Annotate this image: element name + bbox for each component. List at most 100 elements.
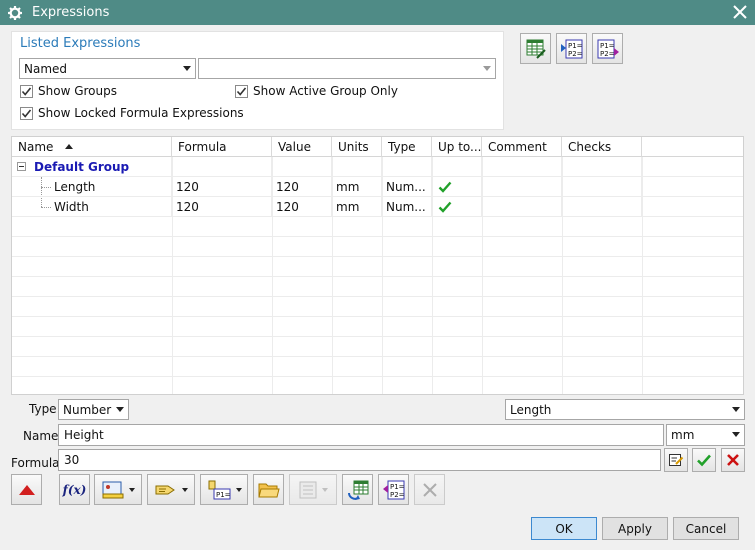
empty-row [12, 297, 743, 317]
empty-row [12, 237, 743, 257]
formula-cell: 120 [172, 197, 272, 217]
refresh-spreadsheet-icon [347, 480, 368, 500]
spreadsheet-edit-button[interactable] [520, 33, 551, 64]
delete-button[interactable] [414, 474, 445, 505]
column-header-label: Type [388, 140, 416, 154]
open-folder-icon [257, 483, 280, 497]
window-title: Expressions [32, 5, 110, 20]
import-expressions-button[interactable]: P1= P2= [556, 33, 587, 64]
function-icon: f(x) [62, 482, 87, 497]
type-select-value: Number [63, 402, 112, 417]
column-header-units[interactable]: Units [332, 137, 382, 157]
column-header-checks[interactable]: Checks [562, 137, 642, 157]
svg-text:P2=: P2= [600, 50, 615, 58]
name-cell: Length [50, 177, 172, 197]
empty-cell [332, 157, 382, 177]
edit-formula-button[interactable] [664, 448, 688, 472]
column-header-label: Value [278, 140, 311, 154]
function-button[interactable]: f(x) [59, 474, 90, 505]
grid-header: Name Formula Value Units Type Up to... C… [12, 137, 743, 157]
title-bar: Expressions [0, 0, 755, 25]
empty-row [12, 217, 743, 237]
list-button[interactable] [289, 474, 337, 505]
reject-x-icon [727, 454, 739, 466]
filter-select-value: Named [24, 61, 68, 76]
cancel-button[interactable]: Cancel [673, 517, 739, 540]
collapse-up-icon [18, 484, 35, 495]
export-expressions-button[interactable]: P1= P2= [592, 33, 623, 64]
type-select[interactable]: Number [58, 399, 129, 420]
group-row[interactable]: Default Group [12, 157, 743, 177]
units-select[interactable]: mm [666, 424, 745, 446]
chevron-down-icon [129, 487, 135, 492]
sort-ascending-icon [65, 144, 74, 149]
accept-button[interactable] [692, 448, 716, 472]
column-header-label: Checks [568, 140, 612, 154]
checkbox-checked-icon [20, 106, 33, 120]
empty-cell [382, 157, 432, 177]
listed-expressions-title: Listed Expressions [20, 36, 141, 51]
reject-button[interactable] [721, 448, 745, 472]
column-divider [432, 157, 433, 394]
collapse-toggle-icon[interactable] [17, 162, 26, 171]
table-row[interactable]: Width 120 120 mm Num... [12, 197, 743, 217]
name-cell: Width [50, 197, 172, 217]
type-label: Type [29, 402, 57, 416]
close-icon[interactable] [731, 3, 749, 21]
empty-row [12, 377, 743, 394]
measure-button[interactable] [94, 474, 142, 505]
column-divider [642, 157, 643, 394]
up-to-date-cell [432, 197, 482, 217]
name-input[interactable]: Height [58, 424, 664, 446]
table-row[interactable]: Length 120 120 mm Num... [12, 177, 743, 197]
reference-button[interactable]: P1= [200, 474, 248, 505]
show-locked-formula-checkbox[interactable]: Show Locked Formula Expressions [20, 106, 244, 120]
import-button[interactable]: P1= P2= [378, 474, 409, 505]
group-name: Default Group [34, 160, 130, 174]
column-header-value[interactable]: Value [272, 137, 332, 157]
column-header-name[interactable]: Name [12, 137, 172, 157]
dimension-select-value: Length [510, 402, 552, 417]
import-expressions-icon: P1= P2= [560, 39, 583, 58]
filter-select[interactable]: Named [19, 58, 196, 79]
formula-cell: 120 [172, 177, 272, 197]
value-cell: 120 [272, 197, 332, 217]
formula-input-value: 30 [64, 453, 80, 467]
column-divider [382, 157, 383, 394]
chevron-down-icon [483, 66, 491, 71]
column-header-formula[interactable]: Formula [172, 137, 272, 157]
ok-button[interactable]: OK [531, 517, 597, 540]
comment-cell [482, 177, 562, 197]
column-header-label: Comment [488, 140, 547, 154]
column-header-comment[interactable]: Comment [482, 137, 562, 157]
export-expressions-icon: P1= P2= [597, 39, 619, 58]
column-header-up-to-date[interactable]: Up to... [432, 137, 482, 157]
empty-cell [432, 157, 482, 177]
type-cell: Num... [382, 197, 432, 217]
apply-button[interactable]: Apply [602, 517, 668, 540]
units-cell: mm [332, 177, 382, 197]
svg-text:P1=: P1= [568, 42, 583, 50]
open-file-button[interactable] [253, 474, 284, 505]
name-label: Name [23, 429, 59, 443]
show-active-group-only-checkbox[interactable]: Show Active Group Only [235, 84, 398, 98]
svg-text:P1=: P1= [390, 483, 405, 491]
column-divider [482, 157, 483, 394]
column-divider [172, 157, 173, 394]
column-divider [272, 157, 273, 394]
show-groups-checkbox[interactable]: Show Groups [20, 84, 117, 98]
collapse-button[interactable] [11, 474, 42, 505]
formula-input[interactable]: 30 [58, 449, 661, 471]
refresh-spreadsheet-button[interactable] [342, 474, 373, 505]
list-disabled-icon [299, 481, 317, 498]
up-to-date-cell [432, 177, 482, 197]
listed-expressions-panel: Listed Expressions Named Show Groups Sho… [11, 31, 504, 130]
functions-dropdown-button[interactable] [147, 474, 195, 505]
show-groups-label: Show Groups [38, 84, 117, 98]
value-cell: 120 [272, 177, 332, 197]
column-header-label: Formula [178, 140, 227, 154]
column-header-type[interactable]: Type [382, 137, 432, 157]
empty-row [12, 257, 743, 277]
dimension-select[interactable]: Length [505, 399, 745, 420]
group-select[interactable] [198, 58, 496, 79]
